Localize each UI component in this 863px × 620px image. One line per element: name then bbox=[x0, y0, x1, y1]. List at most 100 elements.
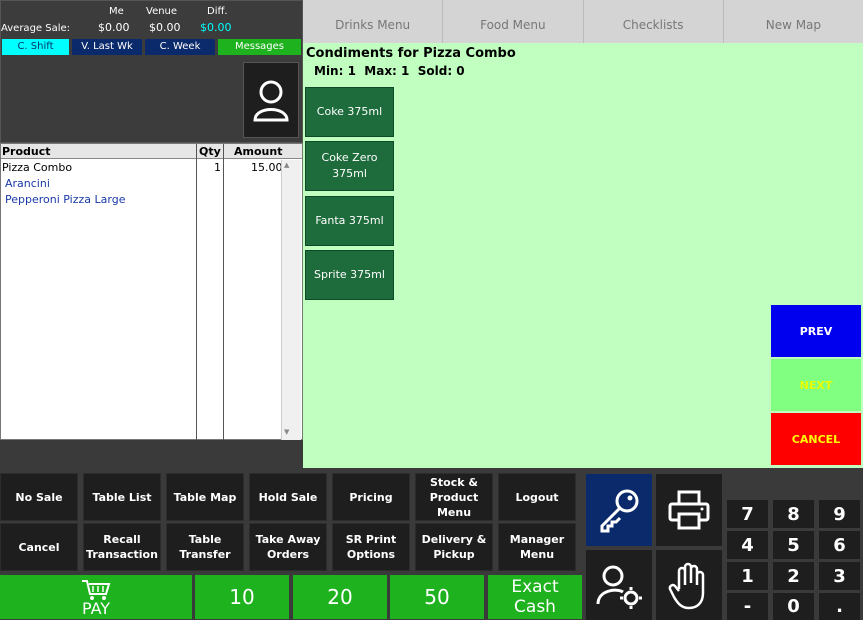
header-amount: Amount bbox=[234, 145, 283, 158]
key-5[interactable]: 5 bbox=[773, 531, 814, 559]
button-label: Pickup bbox=[433, 548, 475, 561]
button-label: Product bbox=[429, 490, 479, 504]
tab-checklists[interactable]: Checklists bbox=[584, 0, 724, 43]
key-0[interactable]: 0 bbox=[773, 593, 814, 620]
prev-button[interactable]: PREV bbox=[771, 305, 861, 357]
stock-product-menu-button[interactable]: Stock & Product Menu bbox=[415, 473, 493, 521]
button-label: Orders bbox=[266, 548, 310, 561]
header-product: Product bbox=[2, 145, 51, 158]
condiment-fanta-button[interactable]: Fanta 375ml bbox=[305, 196, 394, 246]
button-label: Options bbox=[346, 548, 396, 561]
user-settings-button[interactable] bbox=[586, 550, 652, 620]
recall-transaction-button[interactable]: Recall Transaction bbox=[83, 523, 161, 571]
button-label: Delivery & bbox=[421, 533, 487, 546]
tab-new-map[interactable]: New Map bbox=[724, 0, 863, 43]
table-row[interactable]: Pizza Combo 1 15.00 bbox=[1, 160, 283, 176]
column-divider bbox=[196, 144, 197, 440]
tab-food-menu[interactable]: Food Menu bbox=[443, 0, 584, 43]
cash-10-button[interactable]: 10 bbox=[195, 575, 289, 619]
key-decimal[interactable]: . bbox=[819, 593, 860, 620]
key-3[interactable]: 3 bbox=[819, 562, 860, 590]
hand-icon bbox=[668, 562, 705, 610]
pricing-button[interactable]: Pricing bbox=[332, 473, 410, 521]
button-label: Table bbox=[188, 533, 222, 546]
button-label: Table Map bbox=[173, 490, 237, 504]
button-label: Menu bbox=[519, 548, 555, 561]
button-label: Transfer bbox=[179, 548, 231, 561]
key-1[interactable]: 1 bbox=[727, 562, 768, 590]
key-icon bbox=[600, 489, 639, 533]
key-minus[interactable]: - bbox=[727, 593, 768, 620]
sub-item[interactable]: Arancini bbox=[5, 177, 50, 190]
cash-20-button[interactable]: 20 bbox=[293, 575, 387, 619]
button-label: Stock & bbox=[430, 475, 478, 489]
button-label: SR Print bbox=[345, 533, 397, 546]
button-label: Recall bbox=[103, 533, 141, 546]
button-label: Transaction bbox=[86, 548, 158, 561]
condiment-label: Fanta 375ml bbox=[315, 214, 384, 227]
key-7[interactable]: 7 bbox=[727, 500, 768, 528]
row-amount: 15.00 bbox=[251, 161, 283, 174]
stop-hand-button[interactable] bbox=[656, 550, 722, 620]
logout-button[interactable]: Logout bbox=[498, 473, 576, 521]
stat-head-me: Me bbox=[109, 6, 124, 17]
average-sale-label: Average Sale: bbox=[1, 23, 71, 34]
key-2[interactable]: 2 bbox=[773, 562, 814, 590]
key-8[interactable]: 8 bbox=[773, 500, 814, 528]
stat-value-diff: $0.00 bbox=[200, 21, 232, 34]
condiment-label: Coke 375ml bbox=[316, 105, 383, 118]
button-label: Pricing bbox=[349, 490, 393, 504]
key-4[interactable]: 4 bbox=[727, 531, 768, 559]
numeric-keypad: 7 8 9 4 5 6 1 2 3 - 0 . bbox=[725, 470, 863, 620]
order-scrollbar[interactable]: ▲ ▼ bbox=[281, 160, 301, 440]
stat-value-venue: $0.00 bbox=[149, 21, 181, 34]
cancel-condiments-button[interactable]: CANCEL bbox=[771, 413, 861, 465]
cancel-sale-button[interactable]: Cancel bbox=[0, 523, 78, 571]
row-product: Pizza Combo bbox=[2, 161, 73, 174]
printer-icon bbox=[668, 490, 710, 530]
take-away-orders-button[interactable]: Take Away Orders bbox=[249, 523, 327, 571]
period-current-week-button[interactable]: C. Week bbox=[145, 39, 215, 55]
next-button[interactable]: NEXT bbox=[771, 359, 861, 411]
stat-value-me: $0.00 bbox=[98, 21, 130, 34]
sub-item[interactable]: Pepperoni Pizza Large bbox=[5, 193, 125, 206]
order-table-header: Product Qty Amount bbox=[1, 144, 302, 159]
period-current-shift-button[interactable]: C. Shift bbox=[2, 39, 69, 55]
no-sale-button[interactable]: No Sale bbox=[0, 473, 78, 521]
messages-button[interactable]: Messages bbox=[218, 39, 301, 55]
manager-menu-button[interactable]: Manager Menu bbox=[498, 523, 576, 571]
condiment-label: Sprite 375ml bbox=[314, 268, 385, 281]
user-avatar-button[interactable] bbox=[243, 62, 299, 138]
table-list-button[interactable]: Table List bbox=[83, 473, 161, 521]
table-map-button[interactable]: Table Map bbox=[166, 473, 244, 521]
pay-button[interactable]: PAY bbox=[0, 575, 192, 619]
condiment-coke-zero-button[interactable]: Coke Zero 375ml bbox=[305, 141, 394, 191]
delivery-pickup-button[interactable]: Delivery & Pickup bbox=[415, 523, 493, 571]
column-divider bbox=[223, 144, 224, 440]
exact-label: Exact bbox=[511, 577, 559, 597]
button-label: Logout bbox=[515, 490, 559, 504]
stat-head-venue: Venue bbox=[146, 6, 178, 17]
button-label: Menu bbox=[436, 505, 472, 519]
exact-cash-button[interactable]: Exact Cash bbox=[488, 575, 582, 619]
user-icon bbox=[253, 80, 289, 122]
scroll-up-icon[interactable]: ▲ bbox=[284, 161, 289, 169]
key-button[interactable] bbox=[586, 474, 652, 546]
condiment-coke-button[interactable]: Coke 375ml bbox=[305, 87, 394, 137]
key-9[interactable]: 9 bbox=[819, 500, 860, 528]
button-label: Hold Sale bbox=[258, 490, 318, 504]
button-label: Manager bbox=[509, 533, 565, 546]
tab-drinks-menu[interactable]: Drinks Menu bbox=[303, 0, 444, 43]
key-6[interactable]: 6 bbox=[819, 531, 860, 559]
cash-50-button[interactable]: 50 bbox=[390, 575, 484, 619]
sr-print-options-button[interactable]: SR Print Options bbox=[332, 523, 410, 571]
stat-head-diff: Diff. bbox=[207, 6, 228, 17]
scroll-down-icon[interactable]: ▼ bbox=[284, 428, 289, 436]
hold-sale-button[interactable]: Hold Sale bbox=[249, 473, 327, 521]
print-button[interactable] bbox=[656, 474, 722, 546]
row-qty: 1 bbox=[214, 161, 221, 174]
button-label: Cancel bbox=[18, 540, 60, 554]
condiment-sprite-button[interactable]: Sprite 375ml bbox=[305, 250, 394, 300]
period-last-week-button[interactable]: V. Last Wk bbox=[72, 39, 142, 55]
table-transfer-button[interactable]: Table Transfer bbox=[166, 523, 244, 571]
